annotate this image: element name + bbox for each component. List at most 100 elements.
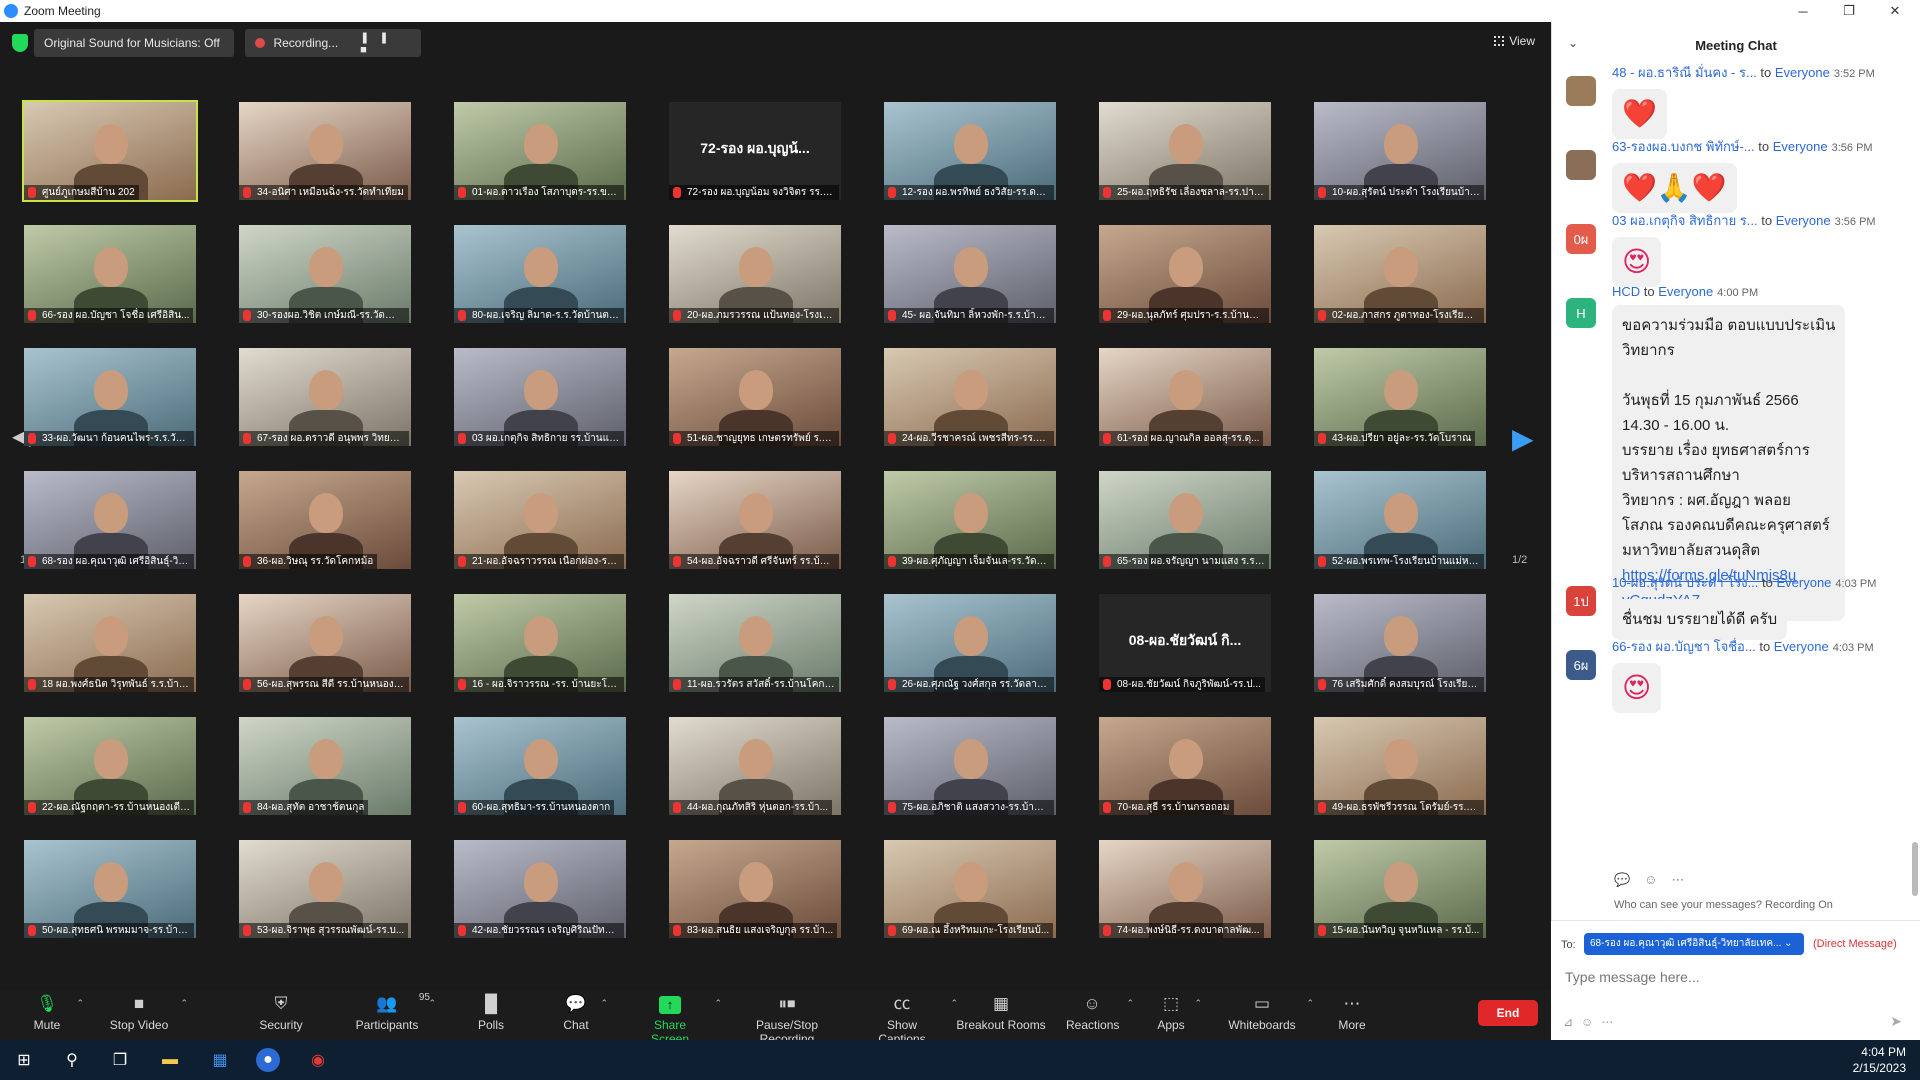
next-page-arrow-icon[interactable]: ▶ — [1512, 422, 1534, 455]
participant-video-tile[interactable]: 16 - ผอ.จิราวรรณ -รร. บ้านยะโต... — [454, 594, 626, 692]
participant-video-tile[interactable]: 21-ผอ.อัจฉราวรรณ เนือกผ่อง-รร.บ้า... — [454, 471, 626, 569]
participant-video-tile[interactable]: 56-ผอ.สุพรรณ สีดี รร.บ้านหนองนาสุ... — [239, 594, 411, 692]
participant-video-tile[interactable]: 12-รอง ผอ.พรทิพย์ ธงวิสัย-รร.ดน... — [884, 102, 1056, 200]
participant-video-tile[interactable]: 22-ผอ.ณัฐกฤตา-รร.บ้านหนองเตียน — [24, 717, 196, 815]
participant-video-tile[interactable]: 36-ผอ.วิษณุ รร.วัดโคกหม้อ — [239, 471, 411, 569]
apps-button[interactable]: ⬚ Apps ⌃ — [1156, 994, 1202, 1032]
participant-video-tile[interactable]: 65-รอง ผอ.จรัญญา นามแสง ร.ร.ดี... — [1099, 471, 1271, 569]
participant-video-tile[interactable]: 42-ผอ.ชัยวรรณร เจริญศิริณปัทร-ร... — [454, 840, 626, 938]
chat-caret-icon[interactable]: ⌃ — [600, 998, 608, 1009]
participant-video-tile[interactable]: 34-อนิศา เหมือนฉิ่ง-รร.วัดทำเทียม — [239, 102, 411, 200]
show-captions-button[interactable]: ㏄ Show Captions ⌃ — [862, 994, 958, 1046]
view-button[interactable]: View — [1494, 34, 1535, 48]
recipient-select[interactable]: 68-รอง ผอ.คุณาวุฒิ เศรีอิสินธุ์-วิทยาลัย… — [1584, 933, 1804, 955]
participant-video-tile[interactable]: 84-ผอ.สุทัต อาชาช้ตนกุล — [239, 717, 411, 815]
microsoft-store-icon[interactable]: ▦ — [208, 1048, 232, 1072]
search-icon[interactable]: ⚲ — [60, 1048, 84, 1072]
stop-video-button[interactable]: ■ Stop Video ⌃ — [106, 994, 188, 1032]
participant-video-tile[interactable]: 24-ผอ.วีรชาครณ์ เพชรสีทร-รร.วัดอิน... — [884, 348, 1056, 446]
participant-video-tile[interactable]: 29-ผอ.นุลภัทร์ ศุมปรา-ร.ร.บ้านกระนี... — [1099, 225, 1271, 323]
recipient-name[interactable]: Everyone — [1773, 139, 1828, 154]
participants-button[interactable]: 👥 95 Participants ⌃ — [354, 992, 436, 1032]
sender-name[interactable]: 48 - ผอ.ธาริณี มั่นคง - ร... — [1612, 65, 1757, 80]
participant-video-tile[interactable]: 54-ผอ.อัจฉราวดี ศรีจันทร์ รร.บ้านพ... — [669, 471, 841, 569]
send-icon[interactable]: ➤ — [1890, 1013, 1902, 1030]
participant-video-tile[interactable]: 83-ผอ.สนธิย แสงเจริญกุล รร.บ้า... — [669, 840, 841, 938]
video-options-caret-icon[interactable]: ⌃ — [180, 998, 188, 1009]
participant-video-tile[interactable]: 66-รอง ผอ.บัญชา โจชื่อ เศรีอิสิน... — [24, 225, 196, 323]
whiteboards-caret-icon[interactable]: ⌃ — [1306, 998, 1314, 1009]
collapse-chat-icon[interactable]: ⌄ — [1568, 36, 1578, 50]
share-options-caret-icon[interactable]: ⌃ — [714, 998, 722, 1009]
participant-video-tile[interactable]: 68-รอง ผอ.คุณาวุฒิ เศรีอิสินธุ์-วิท... — [24, 471, 196, 569]
task-view-icon[interactable]: ❐ — [108, 1048, 132, 1072]
participant-video-tile[interactable]: 02-ผอ.ภาสกร ภูตาทอง-โรงเรียนอ... — [1314, 225, 1486, 323]
recipient-name[interactable]: Everyone — [1774, 639, 1829, 654]
participant-video-tile[interactable]: 03 ผอ.เกตุกิจ สิทธิกาย รร.บ้านแม่ทุ... — [454, 348, 626, 446]
close-icon[interactable]: ✕ — [1872, 0, 1918, 22]
participant-video-tile[interactable]: 26-ผอ.ศุภณัฐ วงศ์สกุล รร.วัดลาดกั... — [884, 594, 1056, 692]
participant-video-tile[interactable]: 20-ผอ.ภมรวรรณ แป้นทอง-โรงเรีย... — [669, 225, 841, 323]
reactions-button[interactable]: ☺ Reactions ⌃ — [1066, 994, 1134, 1032]
participant-video-tile[interactable]: 45- ผอ.จันทิมา ลิ้หวงพัก-ร.ร.บ้านหน... — [884, 225, 1056, 323]
recorder-app-icon[interactable]: ◉ — [306, 1048, 330, 1072]
sender-avatar[interactable]: 6ผ — [1566, 650, 1596, 680]
encryption-shield-icon[interactable] — [12, 34, 28, 52]
participant-video-tile[interactable]: 72-รอง ผอ.บุญน้... 72-รอง ผอ.บุญน้อม จงวิ… — [669, 102, 841, 200]
participant-video-tile[interactable]: 51-ผอ.ชาญยุทธ เกษตรทรัพย์ ร.ร.ชุม... — [669, 348, 841, 446]
system-clock[interactable]: 4:04 PM 2/15/2023 — [1853, 1044, 1906, 1076]
original-sound-toggle[interactable]: Original Sound for Musicians: Off — [34, 29, 234, 57]
security-button[interactable]: ⛨ Security — [256, 994, 306, 1032]
participant-video-tile[interactable]: 43-ผอ.ปรียา อยู่ละ-รร.วัดโบราณ — [1314, 348, 1486, 446]
participant-video-tile[interactable]: 15-ผอ.นันทวิญ จุนหวิแหล - รร.บ้... — [1314, 840, 1486, 938]
file-explorer-icon[interactable]: ▬ — [158, 1048, 182, 1072]
sender-avatar[interactable]: H — [1566, 298, 1596, 328]
sender-name[interactable]: 63-รองผอ.บงกช พิทักษ์-... — [1612, 139, 1755, 154]
message-actions[interactable]: 💬☺⋯ — [1614, 872, 1698, 888]
chat-scrollbar[interactable] — [1912, 842, 1918, 896]
participant-video-tile[interactable]: 49-ผอ.ธรพัชรีวรรณ โตรัมย์-รร.วั... — [1314, 717, 1486, 815]
chat-button[interactable]: 💬 Chat ⌃ — [560, 994, 608, 1032]
participant-video-tile[interactable]: 75-ผอ.อภิชาติ แสงสวาง-รร.บ้านโค... — [884, 717, 1056, 815]
chat-message-input[interactable]: Type message here... — [1565, 969, 1700, 985]
participant-video-tile[interactable]: 25-ผอ.ฤทธิรัช เลื่องชลาล-รร.ปากด... — [1099, 102, 1271, 200]
participant-video-tile[interactable]: 74-ผอ.พงษ์นิธี-รร.ดงบาดาลพัฒ... — [1099, 840, 1271, 938]
minimize-icon[interactable]: ─ — [1780, 0, 1826, 22]
whiteboards-button[interactable]: ▭ Whiteboards ⌃ — [1226, 994, 1314, 1032]
recipient-name[interactable]: Everyone — [1775, 65, 1830, 80]
participant-video-tile[interactable]: 39-ผอ.ศุภัญญา เจ็มจั่นเล-รร.วัดหน... — [884, 471, 1056, 569]
participant-video-tile[interactable]: ศูนย์ภูเกษมสีบ้าน 202 — [22, 100, 198, 202]
participant-video-tile[interactable]: 30-รองผอ.วิชิต เกษ์มณี-รร.วัดสำโรง — [239, 225, 411, 323]
recipient-name[interactable]: Everyone — [1776, 213, 1831, 228]
breakout-rooms-button[interactable]: ▦ Breakout Rooms — [956, 994, 1046, 1032]
end-meeting-button[interactable]: End — [1478, 1000, 1538, 1026]
sender-avatar[interactable]: 1ป — [1566, 586, 1596, 616]
sender-name[interactable]: HCD — [1612, 284, 1640, 299]
recipient-name[interactable]: Everyone — [1658, 284, 1713, 299]
participant-video-tile[interactable]: 01-ผอ.ดาวเรือง โสภาบุตร-รร.ขมิ้น... — [454, 102, 626, 200]
sender-name[interactable]: 03 ผอ.เกตุกิจ สิทธิกาย ร... — [1612, 213, 1758, 228]
participant-video-tile[interactable]: 50-ผอ.สุทธศนิ พรหมมาจ-รร.บ้าน... — [24, 840, 196, 938]
sender-avatar[interactable] — [1566, 150, 1596, 180]
participant-video-tile[interactable]: 69-ผอ.ณ อึ้งหริทมเกะ-โรงเรียนบ้... — [884, 840, 1056, 938]
participant-video-tile[interactable]: 61-รอง ผอ.ญาณกิล ออลสุ-รร.ดุ... — [1099, 348, 1271, 446]
zoom-taskbar-icon[interactable]: ● — [256, 1048, 280, 1072]
participant-video-tile[interactable]: 52-ผอ.พรเทพ-โรงเรียนบ้านแม่หา... — [1314, 471, 1486, 569]
participant-video-tile[interactable]: 10-ผอ.สุรัตน์ ประดำ โรงเรียนบ้านไ... — [1314, 102, 1486, 200]
reactions-caret-icon[interactable]: ⌃ — [1126, 998, 1134, 1009]
mute-button[interactable]: 🎙 Mute ⌃ — [26, 994, 84, 1032]
participant-video-tile[interactable]: 44-ผอ.กุณภัทสิริ หุ่นตอก-รร.บ้า... — [669, 717, 841, 815]
windows-start-icon[interactable]: ⊞ — [12, 1048, 36, 1072]
recipient-name[interactable]: Everyone — [1776, 575, 1831, 590]
audio-options-caret-icon[interactable]: ⌃ — [76, 998, 84, 1009]
participant-video-tile[interactable]: 60-ผอ.สุทธิมา-รร.บ้านหนองตาก — [454, 717, 626, 815]
participant-video-tile[interactable]: 76 เสริมศักดิ์ คงสมบุรณ์ โรงเรียนวัดบ... — [1314, 594, 1486, 692]
participant-video-tile[interactable]: 53-ผอ.จิราพุธ สุวรรณพัฒน์-รร.บ... — [239, 840, 411, 938]
participant-video-tile[interactable]: 80-ผอ.เจริญ ลิ่มาด-ร.ร.วัดบ้านตาก... — [454, 225, 626, 323]
participant-video-tile[interactable]: 67-รอง ผอ.ดราวดี อนุพพร วิทยาลั... — [239, 348, 411, 446]
who-can-see-messages[interactable]: Who can see your messages? Recording On — [1614, 899, 1833, 911]
sender-name[interactable]: 66-รอง ผอ.บัญชา โจชื่อ... — [1612, 639, 1756, 654]
recording-controls[interactable]: ❚❚ ■ — [360, 31, 411, 56]
share-screen-button[interactable]: ↑ Share Screen ⌃ — [634, 994, 722, 1046]
restore-icon[interactable]: ❐ — [1826, 0, 1872, 22]
